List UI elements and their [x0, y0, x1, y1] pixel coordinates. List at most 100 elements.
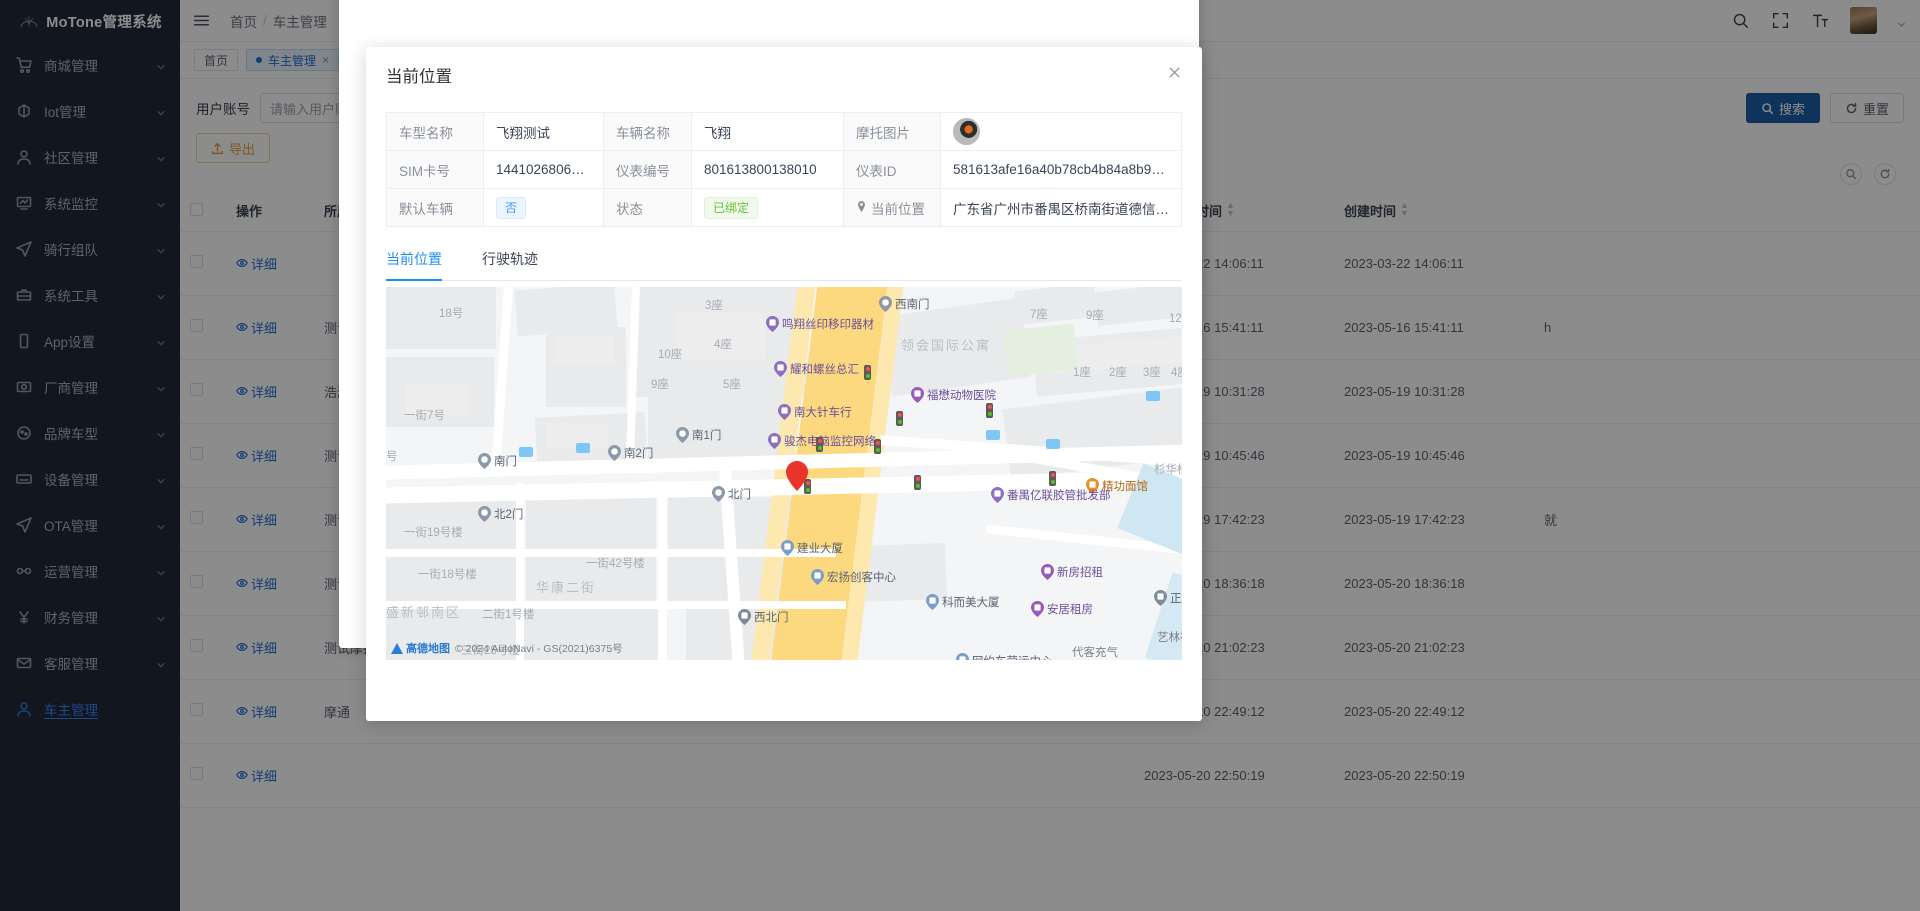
- current-location-dialog-body: 车型名称 飞翔测试 车辆名称 飞翔 摩托图片 SIM卡号 14410268063…: [366, 103, 1202, 721]
- map-poi-pin-icon: [1141, 629, 1154, 645]
- current-location-dialog: 当前位置 车型名称 飞翔测试 车辆名称 飞翔 摩托图片 SIM卡号 144102…: [366, 47, 1202, 721]
- map-poi[interactable]: 南大针车行: [778, 404, 852, 420]
- map-poi-label: 番禺亿联胶管批发部: [1007, 490, 1111, 502]
- map-building-label: 5座: [723, 379, 741, 391]
- map-poi-label: 艺林社: [1157, 632, 1182, 644]
- default-vehicle-badge: 否: [496, 196, 527, 219]
- location-tab-1[interactable]: 当前位置: [386, 249, 442, 281]
- map-poi[interactable]: 鸣翔丝印移印器材: [766, 316, 874, 332]
- motorcycle-avatar[interactable]: [953, 118, 980, 145]
- map-poi[interactable]: 安居租房: [1031, 601, 1093, 617]
- map-poi[interactable]: 艺林社: [1141, 629, 1182, 645]
- label-current-location-text: 当前位置: [871, 201, 925, 217]
- map-gate[interactable]: 南1门: [676, 427, 721, 443]
- location-tab-2[interactable]: 行驶轨迹: [482, 249, 538, 281]
- map-poi-pin-icon: [766, 316, 779, 332]
- map-gate-pin-icon: [608, 445, 621, 461]
- current-location-dialog-title: 当前位置: [386, 68, 452, 86]
- info-row-3: 默认车辆 否 状态 已绑定 当前位置 广东省广州市番禺区桥南街道德信路德: [386, 188, 1182, 227]
- value-sim-number: 1441026806367: [483, 150, 604, 189]
- location-pin-icon: [856, 200, 867, 215]
- map-building-label: 10座: [658, 349, 683, 361]
- value-motorcycle-photo: [940, 112, 1182, 151]
- map-poi-label: 骏杰电脑监控网络: [784, 436, 876, 448]
- map-poi-label: 西北门: [754, 612, 789, 624]
- map-poi-label: 科而美大厦: [942, 597, 1000, 609]
- map-copyright-text: © 2024 AutoNavi - GS(2021)6375号: [455, 642, 623, 655]
- map-poi[interactable]: 代客充气: [1056, 644, 1118, 660]
- value-model-name: 飞翔测试: [483, 112, 604, 151]
- map-poi[interactable]: 科而美大厦: [926, 594, 1000, 610]
- map-poi-pin-icon: [1031, 601, 1044, 617]
- map-poi-pin-icon: [1056, 644, 1069, 660]
- map-building-label: 杉华楼2: [1154, 464, 1182, 476]
- value-current-location: 广东省广州市番禺区桥南街道德信路德宝花园别墅: [940, 188, 1182, 227]
- info-row-2: SIM卡号 1441026806367 仪表编号 801613800138010…: [386, 150, 1182, 189]
- map-area-label: 领会国际公寓: [901, 338, 992, 353]
- value-meter-id: 581613afe16a40b78cb4b84a8b9ba41d: [940, 150, 1182, 189]
- map-gate-label: 西南门: [895, 299, 930, 311]
- map-poi[interactable]: 番禺亿联胶管批发部: [991, 487, 1111, 503]
- map-poi-pin-icon: [926, 594, 939, 610]
- map-poi-label: 耀和螺丝总汇: [790, 364, 859, 376]
- map-poi[interactable]: 宏扬创客中心: [811, 569, 896, 585]
- map-building-label: 4座: [1171, 367, 1182, 379]
- map-poi-pin-icon: [781, 540, 794, 556]
- map-gate[interactable]: 南2门: [608, 445, 653, 461]
- map-poi[interactable]: 建业大厦: [781, 540, 843, 556]
- map-gate-label: 北2门: [494, 509, 524, 521]
- map-gate-pin-icon: [478, 453, 491, 469]
- label-status: 状态: [603, 188, 692, 227]
- map-poi-label: 正门: [1170, 593, 1182, 605]
- map-poi-label: 安居租房: [1047, 604, 1093, 616]
- amap-logo-text: 高德地图: [406, 643, 450, 655]
- map-building-label: 9座: [1086, 310, 1104, 322]
- map-poi[interactable]: 耀和螺丝总汇: [774, 361, 859, 377]
- user-info-dialog-header: 用户信息: [339, 0, 1199, 4]
- map-poi[interactable]: 西北门: [738, 609, 789, 625]
- map-poi[interactable]: 网约车营运中心: [956, 653, 1053, 660]
- label-current-location: 当前位置: [843, 188, 941, 227]
- map-poi-pin-icon: [991, 487, 1004, 503]
- map-poi-pin-icon: [738, 609, 751, 625]
- current-location-dialog-header: 当前位置: [366, 47, 1202, 103]
- amap-logo: 高德地图: [391, 640, 450, 656]
- map-poi[interactable]: 正门: [1154, 590, 1182, 606]
- map-canvas[interactable]: 18号 3座 10座 4座 9座 5座 7座 9座 12座 1座 2座 3座 4座一街7号号一街19号楼…: [386, 287, 1182, 660]
- map-building-label: 二街1号楼: [482, 609, 535, 621]
- map-poi-label: 宏扬创客中心: [827, 572, 896, 584]
- map-gate[interactable]: 西南门: [879, 296, 930, 312]
- map-poi-label: 新房招租: [1057, 567, 1103, 579]
- close-icon[interactable]: [1167, 65, 1182, 85]
- map-poi-pin-icon: [956, 653, 969, 660]
- value-meter-number: 801613800138010: [691, 150, 844, 189]
- value-vehicle-name: 飞翔: [691, 112, 844, 151]
- map-gate-pin-icon: [676, 427, 689, 443]
- map-marker-icon[interactable]: [786, 461, 808, 491]
- map-building-label: 12座: [1169, 313, 1182, 325]
- map-poi[interactable]: 新房招租: [1041, 564, 1103, 580]
- map-poi-label: 网约车营运中心: [972, 653, 1053, 660]
- map-gate[interactable]: 北2门: [478, 506, 523, 522]
- map-gate-label: 南门: [494, 456, 517, 468]
- map-building-label: 4座: [714, 339, 732, 351]
- map-building-label: 9座: [651, 379, 669, 391]
- map-poi-label: 建业大厦: [797, 543, 843, 555]
- map-poi-label: 代客充气: [1072, 647, 1118, 659]
- map-gate-label: 北门: [728, 489, 751, 501]
- value-default-vehicle: 否: [483, 188, 604, 227]
- label-vehicle-name: 车辆名称: [603, 112, 692, 151]
- map-gate-label: 南1门: [692, 430, 722, 442]
- map-poi[interactable]: 福懋动物医院: [911, 387, 996, 403]
- info-row-1: 车型名称 飞翔测试 车辆名称 飞翔 摩托图片: [386, 112, 1182, 151]
- map-gate[interactable]: 南门: [478, 453, 517, 469]
- map-poi-pin-icon: [1041, 564, 1054, 580]
- map-building-label: 号: [386, 451, 398, 463]
- map-poi-pin-icon: [811, 569, 824, 585]
- label-model-name: 车型名称: [386, 112, 484, 151]
- map-building-label: 1座: [1073, 367, 1091, 379]
- map-poi-label: 福懋动物医院: [927, 390, 996, 402]
- label-motorcycle-photo: 摩托图片: [843, 112, 941, 151]
- map-building-label: 一街18号楼: [418, 569, 477, 581]
- map-gate[interactable]: 北门: [712, 486, 751, 502]
